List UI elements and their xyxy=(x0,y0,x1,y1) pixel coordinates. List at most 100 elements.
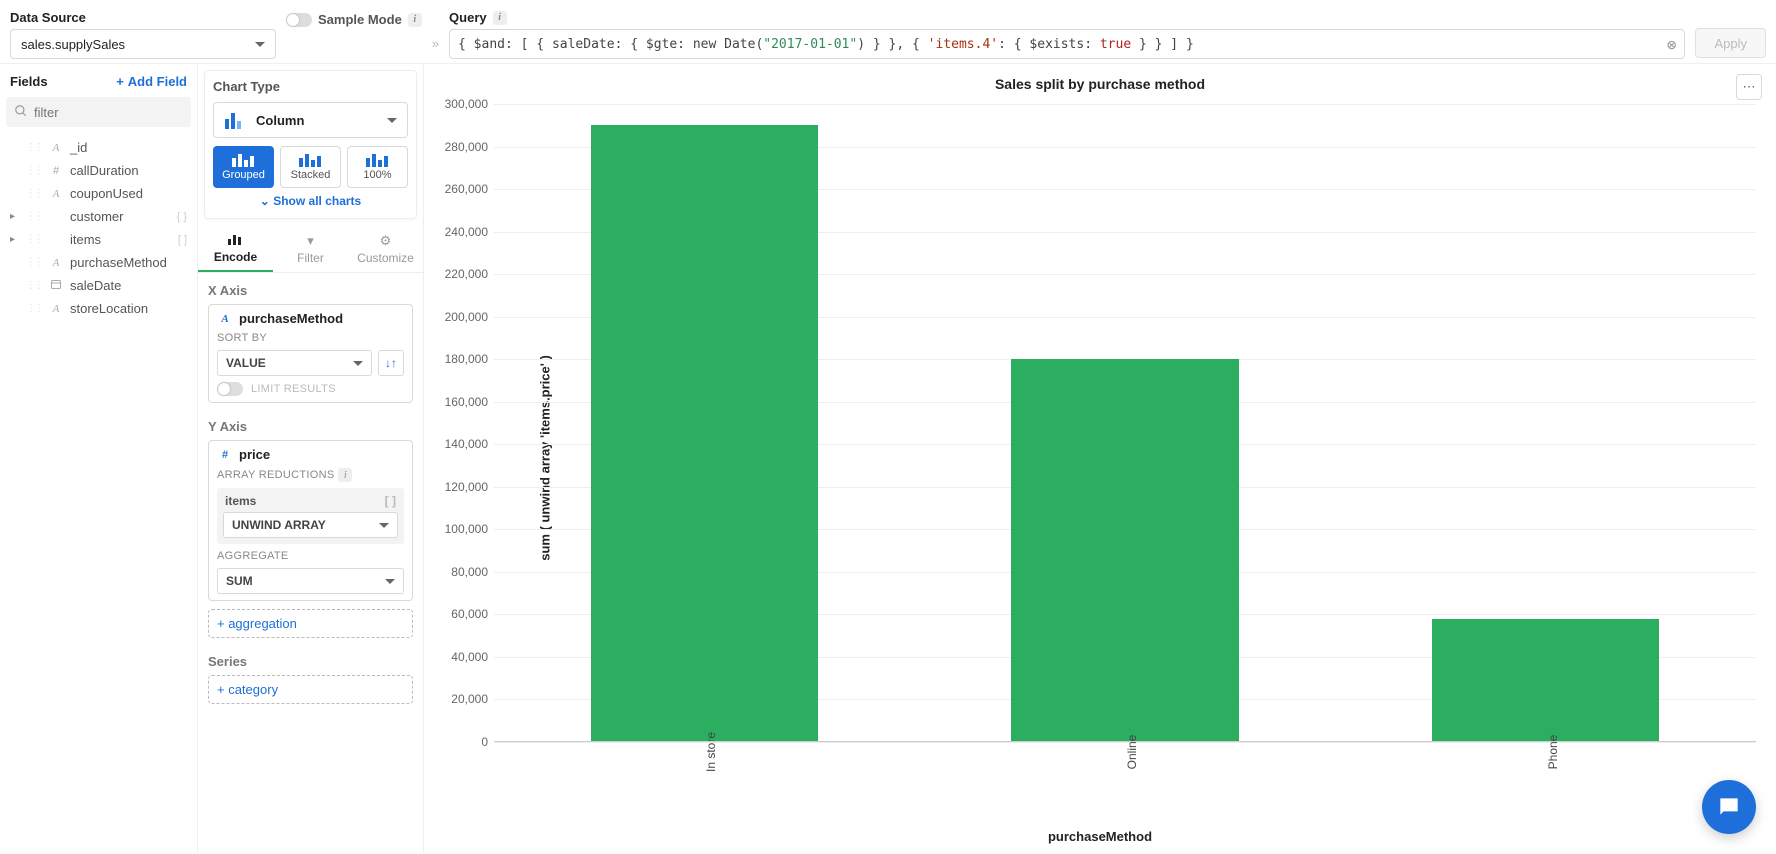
y-tick: 240,000 xyxy=(432,225,488,239)
sort-by-label: SORT BY xyxy=(217,332,404,344)
sample-mode-toggle[interactable] xyxy=(286,13,312,27)
info-icon[interactable]: i xyxy=(338,468,352,482)
y-axis-field[interactable]: # price ARRAY REDUCTIONS i items [ ] UNW… xyxy=(208,440,413,601)
sort-icon: ↓↑ xyxy=(385,356,397,370)
field-name: customer xyxy=(70,209,123,224)
fields-panel: Fields + Add Field ⋮⋮A_id⋮⋮#callDuration… xyxy=(0,64,198,852)
number-type-icon: # xyxy=(48,165,64,177)
add-field-button[interactable]: + Add Field xyxy=(116,74,187,89)
chart-type-select[interactable]: Column xyxy=(213,102,408,138)
collapse-chevrons-icon[interactable]: » xyxy=(432,36,439,51)
sort-by-select[interactable]: VALUE xyxy=(217,350,372,376)
datasource-label: Data Source xyxy=(10,10,276,25)
clear-query-icon[interactable]: ⊗ xyxy=(1667,35,1677,54)
date-type-icon xyxy=(48,278,64,293)
y-tick: 140,000 xyxy=(432,437,488,451)
tab-customize[interactable]: ⚙ Customize xyxy=(348,225,423,272)
y-tick: 280,000 xyxy=(432,140,488,154)
series-title: Series xyxy=(208,654,413,669)
drag-handle-icon[interactable]: ⋮⋮ xyxy=(26,257,42,268)
limit-results-toggle[interactable] xyxy=(217,382,243,396)
field-storeLocation[interactable]: ⋮⋮AstoreLocation xyxy=(6,298,191,319)
tab-filter[interactable]: ▾ Filter xyxy=(273,225,348,272)
x-axis-title: X Axis xyxy=(208,283,413,298)
y-tick: 160,000 xyxy=(432,395,488,409)
field-saleDate[interactable]: ⋮⋮ saleDate xyxy=(6,275,191,296)
drag-handle-icon[interactable]: ⋮⋮ xyxy=(26,165,42,176)
y-tick: 100,000 xyxy=(432,522,488,536)
array-reduction-select[interactable]: UNWIND ARRAY xyxy=(223,512,398,538)
field-name: couponUsed xyxy=(70,186,143,201)
query-input[interactable]: { $and: [ { saleDate: { $gte: new Date("… xyxy=(449,29,1685,59)
chart-menu-button[interactable]: ⋯ xyxy=(1736,74,1762,100)
bar-in-store[interactable] xyxy=(591,125,818,742)
add-aggregation-button[interactable]: + aggregation xyxy=(208,609,413,638)
y-tick: 40,000 xyxy=(432,650,488,664)
chevron-right-icon[interactable]: ▸ xyxy=(10,234,20,245)
info-icon[interactable]: i xyxy=(493,11,507,25)
bar-online[interactable] xyxy=(1011,359,1238,742)
query-label: Query xyxy=(449,10,487,25)
fields-filter-input[interactable] xyxy=(6,97,191,127)
field-name: _id xyxy=(70,140,87,155)
field-customer[interactable]: ▸⋮⋮customer{ } xyxy=(6,206,191,227)
drag-handle-icon[interactable]: ⋮⋮ xyxy=(26,280,42,291)
sliders-icon: ⚙ xyxy=(380,233,392,249)
number-type-icon: # xyxy=(217,449,233,461)
sample-mode-label: Sample Mode xyxy=(318,12,402,27)
chevron-down-icon: ⌄ xyxy=(260,194,270,208)
drag-handle-icon[interactable]: ⋮⋮ xyxy=(26,188,42,199)
chart-title: Sales split by purchase method xyxy=(432,76,1768,92)
sort-direction-button[interactable]: ↓↑ xyxy=(378,350,404,376)
chevron-down-icon xyxy=(379,523,389,528)
string-type-icon: A xyxy=(48,257,64,269)
y-tick: 220,000 xyxy=(432,267,488,281)
field-callDuration[interactable]: ⋮⋮ # callDuration xyxy=(6,160,191,181)
chevron-right-icon[interactable]: ▸ xyxy=(10,211,20,222)
array-reductions-label: ARRAY REDUCTIONS xyxy=(217,469,334,481)
drag-handle-icon[interactable]: ⋮⋮ xyxy=(26,142,42,153)
x-tick: In store xyxy=(704,732,718,772)
field-items[interactable]: ▸⋮⋮items[ ] xyxy=(6,229,191,250)
array-type-icon: [ ] xyxy=(385,494,396,508)
drag-handle-icon[interactable]: ⋮⋮ xyxy=(26,303,42,314)
field-name: saleDate xyxy=(70,278,121,293)
y-tick: 0 xyxy=(432,735,488,749)
field-name: purchaseMethod xyxy=(70,255,167,270)
aggregate-select[interactable]: SUM xyxy=(217,568,404,594)
y-tick: 120,000 xyxy=(432,480,488,494)
add-category-button[interactable]: + category xyxy=(208,675,413,704)
apply-button[interactable]: Apply xyxy=(1695,28,1766,58)
string-type-icon: A xyxy=(217,313,233,325)
bars-icon xyxy=(231,153,257,167)
chart-variant-100%[interactable]: 100% xyxy=(347,146,408,188)
field-couponUsed[interactable]: ⋮⋮AcouponUsed xyxy=(6,183,191,204)
field-_id[interactable]: ⋮⋮A_id xyxy=(6,137,191,158)
datasource-value: sales.supplySales xyxy=(21,37,125,52)
show-all-charts-link[interactable]: ⌄ Show all charts xyxy=(213,188,408,210)
info-icon[interactable]: i xyxy=(408,13,422,27)
x-tick: Online xyxy=(1125,735,1139,770)
chat-fab-button[interactable] xyxy=(1702,780,1756,834)
chart-variant-grouped[interactable]: Grouped xyxy=(213,146,274,188)
query-text: { $and: [ { saleDate: { $gte: new Date("… xyxy=(458,37,1667,52)
datasource-select[interactable]: sales.supplySales xyxy=(10,29,276,59)
y-tick: 200,000 xyxy=(432,310,488,324)
x-axis-field[interactable]: A purchaseMethod SORT BY VALUE ↓↑ LIMIT … xyxy=(208,304,413,403)
search-icon xyxy=(14,104,28,121)
drag-handle-icon[interactable]: ⋮⋮ xyxy=(26,234,42,245)
chart-canvas: 020,00040,00060,00080,000100,000120,0001… xyxy=(494,104,1756,742)
field-purchaseMethod[interactable]: ⋮⋮ ApurchaseMethod xyxy=(6,252,191,273)
chart-type-label: Chart Type xyxy=(213,79,408,94)
column-chart-icon xyxy=(224,111,246,129)
drag-handle-icon[interactable]: ⋮⋮ xyxy=(26,211,42,222)
bar-phone[interactable] xyxy=(1432,619,1659,742)
y-tick: 20,000 xyxy=(432,692,488,706)
chart-variant-stacked[interactable]: Stacked xyxy=(280,146,341,188)
tab-encode[interactable]: Encode xyxy=(198,225,273,272)
field-name: callDuration xyxy=(70,163,139,178)
x-axis-label: purchaseMethod xyxy=(1048,829,1152,844)
field-name: items xyxy=(70,232,101,247)
gridline xyxy=(494,104,1756,105)
y-axis-title: Y Axis xyxy=(208,419,413,434)
